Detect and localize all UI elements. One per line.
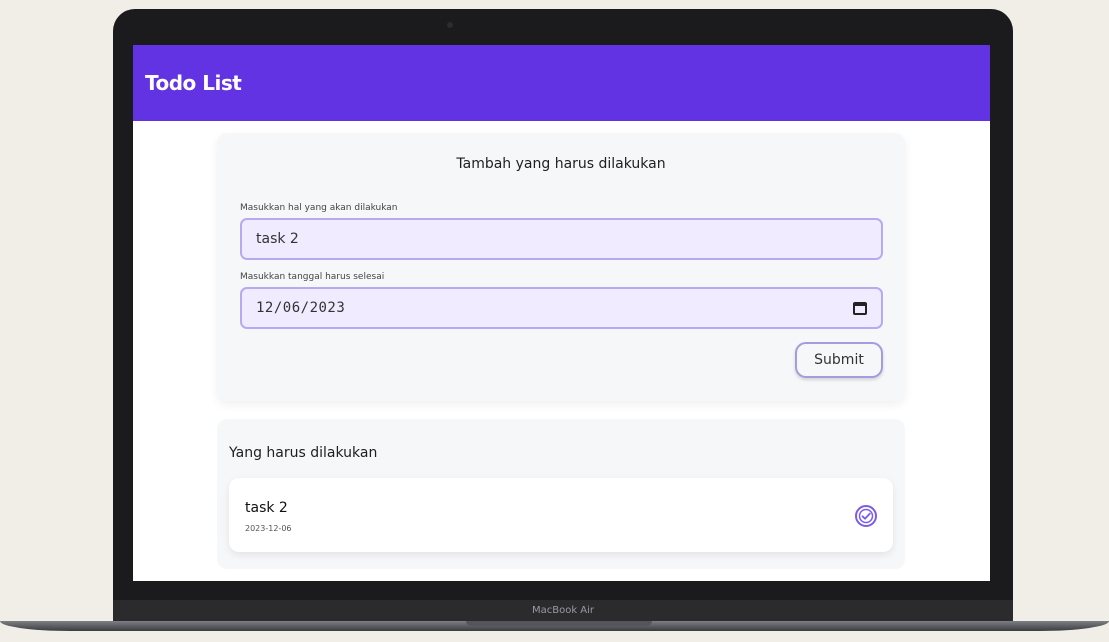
task-input-value: task 2 xyxy=(256,231,299,247)
task-field-label: Masukkan hal yang akan dilakukan xyxy=(240,203,398,213)
check-circle-icon[interactable] xyxy=(854,504,878,528)
task-input[interactable]: task 2 xyxy=(240,218,883,260)
laptop-notch xyxy=(466,621,652,626)
laptop-hinge: MacBook Air xyxy=(113,600,1013,621)
calendar-icon[interactable] xyxy=(853,301,867,315)
add-todo-form: Tambah yang harus dilakukan Masukkan hal… xyxy=(217,133,905,401)
todo-item: task 2 2023-12-06 xyxy=(229,478,893,552)
app-header: Todo List xyxy=(133,45,990,121)
date-field-label: Masukkan tanggal harus selesai xyxy=(240,272,385,282)
todo-item-title: task 2 xyxy=(245,500,288,516)
screen: Todo List Tambah yang harus dilakukan Ma… xyxy=(133,45,990,581)
date-input-value: 12/06/2023 xyxy=(256,300,346,316)
list-heading: Yang harus dilakukan xyxy=(229,445,378,461)
todo-item-date: 2023-12-06 xyxy=(245,524,292,533)
submit-button[interactable]: Submit xyxy=(795,342,883,378)
device-label: MacBook Air xyxy=(531,605,595,616)
form-heading: Tambah yang harus dilakukan xyxy=(456,156,666,172)
camera xyxy=(447,22,453,28)
date-input[interactable]: 12/06/2023 xyxy=(240,287,883,329)
todo-list-card: Yang harus dilakukan task 2 2023-12-06 xyxy=(217,419,905,569)
app-title: Todo List xyxy=(145,71,242,95)
